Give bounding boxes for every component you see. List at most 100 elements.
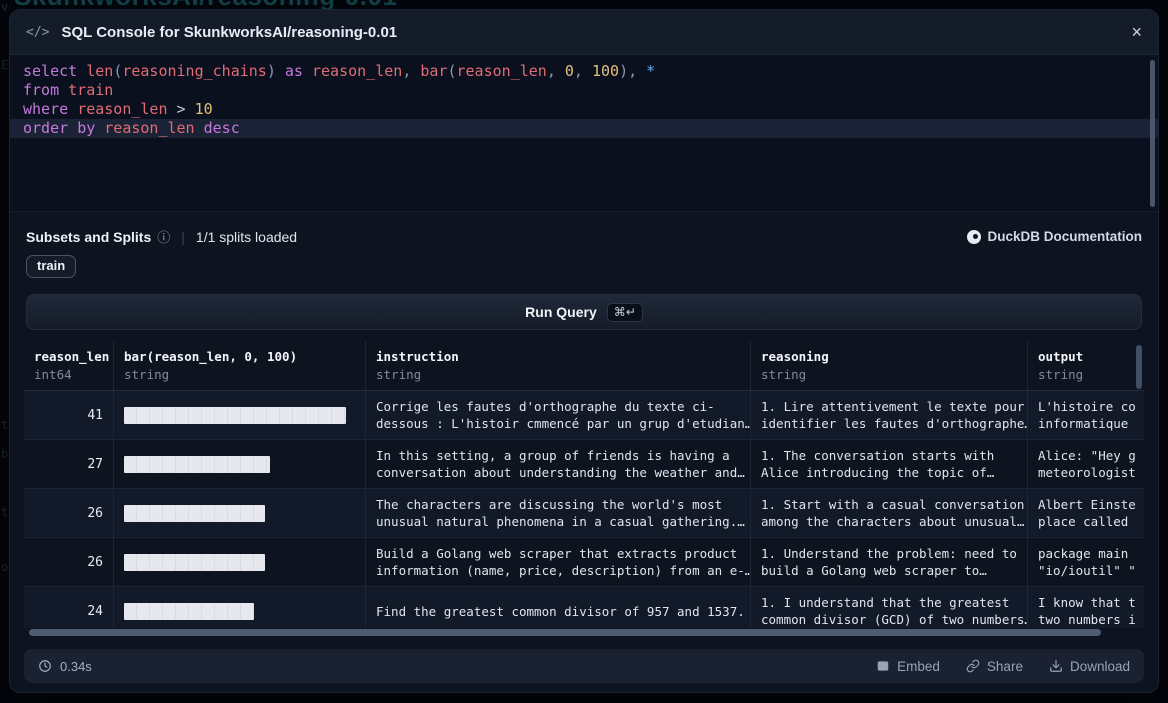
sql-token: ), [619, 62, 637, 80]
clock-icon [38, 659, 52, 673]
column-name: reason_len [34, 349, 103, 364]
cell-bar [114, 489, 366, 537]
cell-instruction: Build a Golang web scraper that extracts… [366, 538, 751, 586]
sql-token: bar [420, 62, 447, 80]
table-row[interactable]: 26 Build a Golang web scraper that extrac… [24, 538, 1144, 587]
bar-visualization [124, 505, 265, 522]
sql-token: , [547, 62, 556, 80]
cell-bar [114, 440, 366, 488]
table-horizontal-scrollbar[interactable] [29, 629, 1101, 636]
modal-title: SQL Console for SkunkworksAI/reasoning-0… [61, 24, 397, 41]
sql-token: 10 [195, 100, 213, 118]
sql-token: ) [267, 62, 276, 80]
column-header-bar-reason-len-0-100-[interactable]: bar(reason_len, 0, 100)string [114, 341, 366, 390]
sql-token: reasoning_chains [122, 62, 267, 80]
column-header-reason-len[interactable]: reason_len int64 [24, 341, 114, 390]
column-type: string [124, 367, 355, 382]
sql-token: where [23, 100, 68, 118]
table-header: reason_len int64 bar(reason_len, 0, 100)st… [24, 341, 1144, 391]
column-header-output[interactable]: output string [1028, 341, 1144, 390]
sql-token: reason_len [77, 100, 167, 118]
splits-heading: Subsets and Splits [26, 229, 151, 245]
sql-token [276, 62, 285, 80]
sql-token: as [285, 62, 303, 80]
table-row[interactable]: 26The characters are discussing the worl… [24, 489, 1144, 538]
sql-console-modal: </> SQL Console for SkunkworksAI/reasoni… [10, 10, 1158, 692]
sql-token: reason_len [457, 62, 547, 80]
sql-token [68, 119, 77, 137]
table-row[interactable]: 24 Find the greatest common divisor of 95… [24, 587, 1144, 628]
sql-line[interactable]: select len(reasoning_chains) as reason_l… [10, 62, 1158, 81]
editor-scrollbar[interactable] [1150, 60, 1155, 207]
sql-token: train [68, 81, 113, 99]
column-type: int64 [34, 367, 103, 382]
sql-editor-lines: select len(reasoning_chains) as reason_l… [10, 62, 1158, 138]
sql-token: order [23, 119, 68, 137]
sql-token [168, 100, 177, 118]
split-chip-train[interactable]: train [26, 255, 76, 278]
cell-reason-len: 27 [24, 440, 114, 488]
cell-reason-len: 24 [24, 587, 114, 628]
footer-bar: 0.34s Embed Share Down [24, 649, 1144, 683]
cell-instruction: Corrige les fautes d'orthographe du text… [366, 391, 751, 439]
sql-token [303, 62, 312, 80]
splits-status: 1/1 splits loaded [196, 229, 297, 245]
run-query-button[interactable]: Run Query ⌘↵ [26, 294, 1142, 330]
column-type: string [1038, 367, 1134, 382]
sql-token: reason_len [104, 119, 194, 137]
sql-token: desc [204, 119, 240, 137]
results-table: reason_len int64 bar(reason_len, 0, 100)st… [24, 341, 1144, 637]
embed-button[interactable]: Embed [876, 659, 940, 674]
cell-bar [114, 391, 366, 439]
run-query-label: Run Query [525, 304, 597, 320]
background-fragment: v [1, 0, 8, 14]
share-button[interactable]: Share [966, 659, 1023, 674]
sql-token: 0 [565, 62, 574, 80]
sql-token [68, 100, 77, 118]
column-name: output [1038, 349, 1134, 364]
embed-icon [876, 659, 890, 673]
info-icon[interactable]: ⓘ [157, 227, 170, 246]
sql-line[interactable]: from train [10, 81, 1158, 100]
link-icon [966, 659, 980, 673]
sql-editor[interactable]: select len(reasoning_chains) as reason_l… [10, 55, 1158, 212]
modal-titlebar: </> SQL Console for SkunkworksAI/reasoni… [10, 10, 1158, 55]
bar-visualization [124, 554, 265, 571]
cell-instruction: The characters are discussing the world'… [366, 489, 751, 537]
sql-token: , [402, 62, 411, 80]
table-vertical-scrollbar[interactable] [1136, 345, 1142, 389]
column-header-reasoning[interactable]: reasoningstring [751, 341, 1028, 390]
cell-instruction: Find the greatest common divisor of 957 … [366, 587, 751, 628]
sql-token: ( [447, 62, 456, 80]
sql-token: from [23, 81, 59, 99]
table-row[interactable]: 41 Corrige les fautes d'orthographe du te… [24, 391, 1144, 440]
table-horizontal-scrollbar-track [24, 628, 1144, 637]
cell-reason-len: 41 [24, 391, 114, 439]
column-name: reasoning [761, 349, 1017, 364]
sql-token [59, 81, 68, 99]
download-button[interactable]: Download [1049, 659, 1130, 674]
sql-token [77, 62, 86, 80]
sql-token: select [23, 62, 77, 80]
cell-output: Alice: "Hey g meteorologist [1028, 440, 1144, 488]
table-body: 41 Corrige les fautes d'orthographe du te… [24, 391, 1144, 628]
column-header-instruction[interactable]: instructionstring [366, 341, 751, 390]
duckdb-docs-link[interactable]: DuckDB Documentation [967, 229, 1142, 244]
sql-token: 100 [592, 62, 619, 80]
bar-visualization [124, 603, 254, 620]
sql-token: by [77, 119, 95, 137]
cell-reasoning: 1. I understand that the greatest common… [751, 587, 1028, 628]
cell-reason-len: 26 [24, 538, 114, 586]
divider: | [181, 229, 185, 245]
close-button[interactable]: × [1131, 23, 1142, 41]
share-label: Share [987, 659, 1023, 674]
embed-label: Embed [897, 659, 940, 674]
sql-token: > [177, 100, 186, 118]
sql-token [583, 62, 592, 80]
sql-line[interactable]: where reason_len > 10 [10, 100, 1158, 119]
sql-token [556, 62, 565, 80]
sql-line[interactable]: order by reason_len desc [10, 119, 1158, 138]
sql-token: reason_len [312, 62, 402, 80]
table-row[interactable]: 27In this setting, a group of friends is… [24, 440, 1144, 489]
footer-actions: Embed Share Download [876, 659, 1130, 674]
